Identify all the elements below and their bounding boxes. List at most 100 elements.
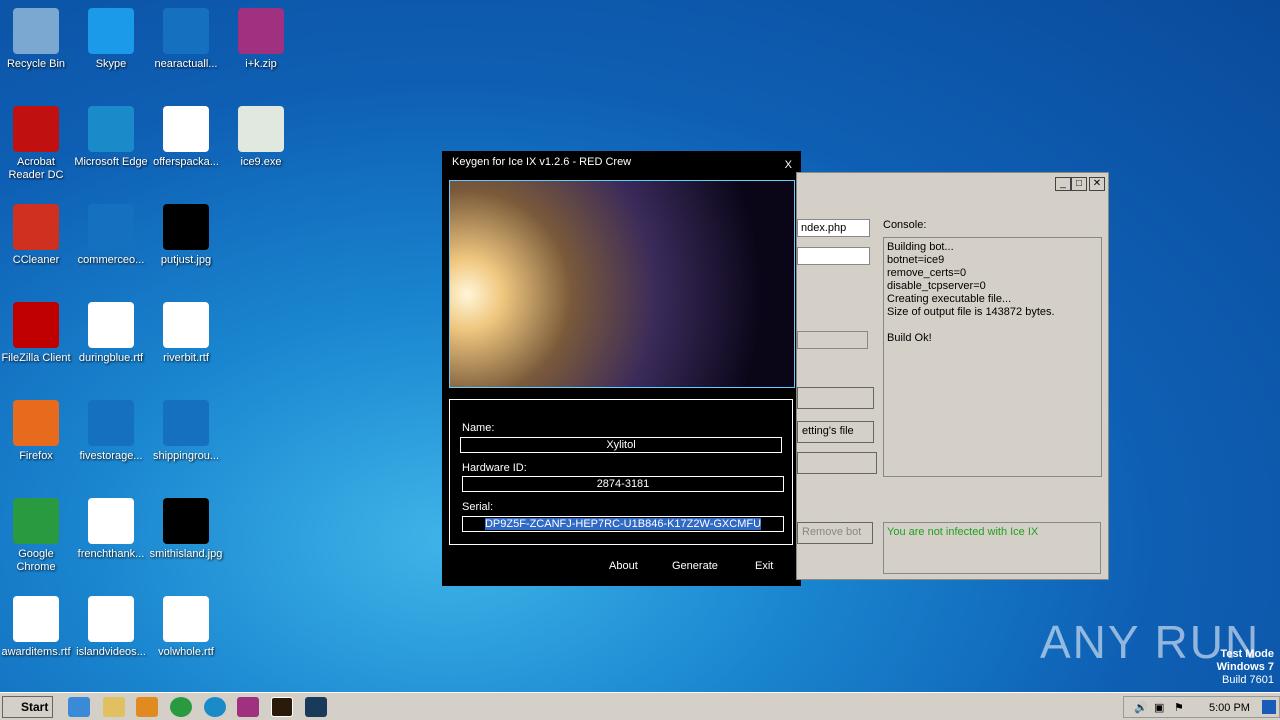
hwid-field[interactable]: 2874-3181 [462,476,784,492]
desktop-icon[interactable]: ice9.exe [223,106,299,169]
file-icon [13,596,59,642]
settings-file-button[interactable]: etting's file [797,421,874,443]
desktop-icon[interactable]: frenchthank... [73,498,149,561]
file-icon [13,302,59,348]
desktop-icon[interactable]: Microsoft Edge [73,106,149,169]
desktop-icon[interactable]: Google Chrome [0,498,74,574]
keygen-artwork [449,180,795,388]
keygen-window: Keygen for Ice IX v1.2.6 - RED Crew X Na… [442,151,801,586]
window-title: Keygen for Ice IX v1.2.6 - RED Crew [452,156,632,168]
desktop-icon[interactable]: nearactuall... [148,8,224,71]
edge-taskbar-icon[interactable] [204,697,226,717]
file-icon [238,8,284,54]
builder-taskbar-icon[interactable] [305,697,327,717]
os-label: Windows 7 [1216,661,1274,673]
icon-label: i+k.zip [245,58,277,70]
generate-button[interactable]: Generate [672,560,718,572]
desktop-icon[interactable]: duringblue.rtf [73,302,149,365]
icon-label: Firefox [19,450,53,462]
desktop-icon[interactable]: awarditems.rtf [0,596,74,659]
desktop-icon[interactable]: i+k.zip [223,8,299,71]
url-field[interactable]: ndex.php [797,219,870,237]
desktop-icon[interactable]: Acrobat Reader DC [0,106,74,182]
about-button[interactable]: About [609,560,638,572]
desktop-icon[interactable]: riverbit.rtf [148,302,224,365]
keygen-fields-panel: Name: Xylitol Hardware ID: 2874-3181 Ser… [449,399,793,545]
console-line: remove_certs=0 [887,267,967,279]
network-icon[interactable]: ▣ [1154,701,1164,714]
icon-label: shippingrou... [152,450,220,462]
icon-label: Acrobat Reader DC [8,156,64,181]
close-button[interactable]: ✕ [1089,177,1105,191]
clock[interactable]: 5:00 PM [1209,702,1250,714]
winrar-taskbar-icon[interactable] [237,697,259,717]
remove-bot-button[interactable]: Remove bot [797,522,873,544]
desktop-icon[interactable]: islandvideos... [73,596,149,659]
close-button[interactable]: X [785,159,792,171]
file-icon [13,204,59,250]
exit-button[interactable]: Exit [755,560,773,572]
volume-icon[interactable]: 🔊 [1134,701,1148,714]
desktop-icon[interactable]: Skype [73,8,149,71]
icon-label: ice9.exe [240,156,282,168]
desktop-icon[interactable]: smithisland.jpg [148,498,224,561]
icon-label: Recycle Bin [6,58,66,70]
disabled-field[interactable] [797,331,868,349]
desktop-icon[interactable]: CCleaner [0,204,74,267]
desktop-icon[interactable]: offerspacka... [148,106,224,169]
console-label: Console: [883,219,927,231]
minimize-button[interactable]: _ [1055,177,1071,191]
action-button-2[interactable] [797,452,877,474]
icon-label: smithisland.jpg [149,548,223,560]
file-icon [88,302,134,348]
test-mode-label: Test Mode [1220,648,1274,660]
builder-window: _ □ ✕ ndex.php etting's file Console: Bu… [796,172,1109,580]
icon-label: Microsoft Edge [74,156,148,168]
file-icon [163,302,209,348]
file-icon [88,204,134,250]
file-icon [163,8,209,54]
file-icon [163,596,209,642]
desktop-icon[interactable]: putjust.jpg [148,204,224,267]
start-button[interactable]: Start [2,696,53,718]
file-icon [163,498,209,544]
explorer-taskbar-icon[interactable] [103,697,125,717]
serial-value: DP9Z5F-ZCANFJ-HEP7RC-U1B846-K17Z2W-GXCMF… [484,518,762,530]
icon-label: riverbit.rtf [163,352,209,364]
console-line: botnet=ice9 [887,254,945,266]
desktop-icon[interactable]: fivestorage... [73,400,149,463]
icon-label: CCleaner [12,254,60,266]
desktop-icon[interactable]: volwhole.rtf [148,596,224,659]
chrome-taskbar-icon[interactable] [170,697,192,717]
flag-icon[interactable]: ⚑ [1174,701,1184,714]
file-icon [88,498,134,544]
file-icon [88,596,134,642]
start-label: Start [21,700,49,714]
desktop-icon[interactable]: Recycle Bin [0,8,74,71]
serial-label: Serial: [462,501,494,513]
infection-status: You are not infected with Ice IX [883,522,1101,574]
desktop-icon[interactable]: FileZilla Client [0,302,74,365]
name-field[interactable]: Xylitol [460,437,782,453]
name-label: Name: [462,422,495,434]
text-field[interactable] [797,247,870,265]
icon-label: commerceo... [77,254,145,266]
desktop-icon[interactable]: shippingrou... [148,400,224,463]
serial-field[interactable]: DP9Z5F-ZCANFJ-HEP7RC-U1B846-K17Z2W-GXCMF… [462,516,784,532]
file-icon [163,204,209,250]
maximize-button[interactable]: □ [1071,177,1087,191]
icon-label: fivestorage... [79,450,143,462]
console-output[interactable]: Building bot... botnet=ice9 remove_certs=0… [883,237,1102,477]
desktop-icon[interactable]: commerceo... [73,204,149,267]
ie-taskbar-icon[interactable] [68,697,90,717]
action-button[interactable] [797,387,874,409]
show-desktop-button[interactable] [1262,700,1276,714]
icon-label: islandvideos... [76,646,146,658]
console-line: Size of output file is 143872 bytes. [887,306,1055,318]
media-player-taskbar-icon[interactable] [136,697,158,717]
file-icon [163,106,209,152]
desktop-icon[interactable]: Firefox [0,400,74,463]
keygen-taskbar-icon[interactable] [271,697,293,717]
file-icon [238,106,284,152]
